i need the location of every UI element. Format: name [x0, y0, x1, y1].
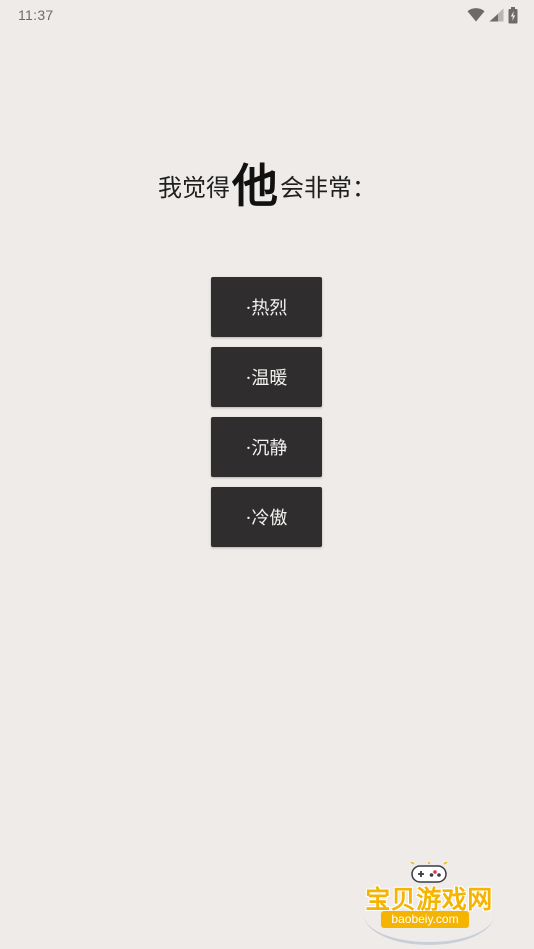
watermark-logo: 宝贝游戏网 baobeiy.com — [358, 858, 500, 946]
status-icons — [467, 6, 518, 24]
status-bar: 11:37 — [0, 0, 534, 30]
question-text: 我觉得他会非常： — [0, 156, 534, 218]
wifi-icon — [467, 8, 485, 22]
signal-icon — [489, 8, 504, 22]
option-button-1[interactable]: ·热烈 — [211, 277, 322, 337]
option-button-2[interactable]: ·温暖 — [211, 347, 322, 407]
watermark-domain: baobeiy.com — [381, 911, 469, 928]
option-button-4[interactable]: ·冷傲 — [211, 487, 322, 547]
question-emphasis: 他 — [232, 159, 278, 213]
status-time: 11:37 — [18, 7, 54, 23]
question-prefix: 我觉得 — [158, 174, 230, 202]
battery-icon — [508, 6, 518, 24]
question-suffix: 会非常： — [280, 174, 376, 202]
option-button-3[interactable]: ·沉静 — [211, 417, 322, 477]
option-list: ·热烈 ·温暖 ·沉静 ·冷傲 — [211, 277, 322, 557]
